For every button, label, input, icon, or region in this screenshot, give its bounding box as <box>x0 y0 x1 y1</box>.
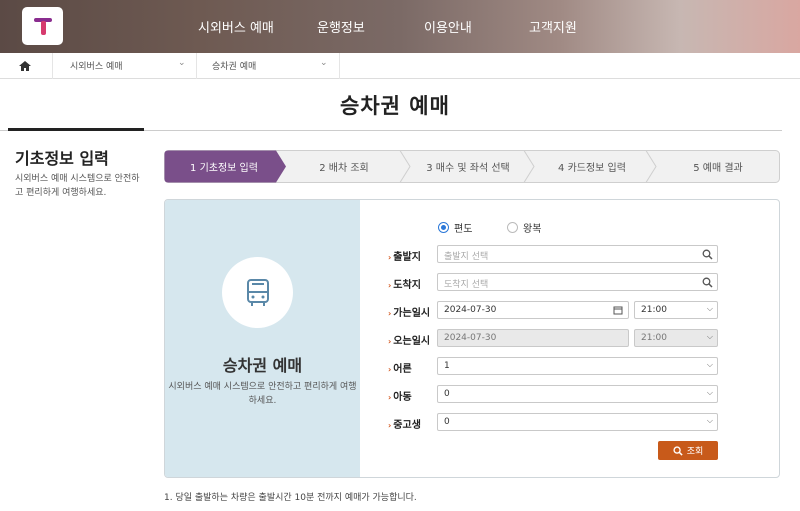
step-2-dispatch: 2 배차 조회 <box>319 163 369 174</box>
chevron-down-icon: ⌵ <box>706 416 713 425</box>
chevron-down-icon: ⌵ <box>706 332 713 341</box>
home-icon[interactable] <box>18 59 32 73</box>
card-description: 시외버스 예매 시스템으로 안전하고 편리하게 여행하세요. <box>168 382 357 406</box>
progress-steps: 1 기초정보 입력 2 배차 조회 3 매수 및 좌석 선택 4 카드정보 입력… <box>164 150 780 183</box>
chevron-down-icon[interactable]: ⌄ <box>320 58 328 68</box>
departure-input[interactable]: 출발지 선택 <box>437 245 718 263</box>
depart-time-select[interactable]: 21:00 ⌵ <box>634 301 718 319</box>
nav-customer-support[interactable]: 고객지원 <box>529 17 577 36</box>
return-date-input: 2024-07-30 <box>437 329 629 347</box>
section-description: 시외버스 예매 시스템으로 안전하고 편리하게 여행하세요. <box>15 174 140 198</box>
aside-rule <box>8 128 144 131</box>
child-label: › 아동 <box>388 392 412 403</box>
adult-count-select[interactable]: 1 ⌵ <box>437 357 718 375</box>
breadcrumb-divider <box>52 53 53 79</box>
search-icon <box>673 445 683 456</box>
teen-label: › 중고생 <box>388 420 421 431</box>
nav-intercity-booking[interactable]: 시외버스 예매 <box>198 17 274 36</box>
breadcrumb: 시외버스 예매 ⌄ 승차권 예매 ⌄ <box>0 53 800 79</box>
radio-round-trip[interactable]: 왕복 <box>507 220 541 235</box>
top-header: 시외버스 예매 운행정보 이용안내 고객지원 <box>0 0 800 53</box>
breadcrumb-item-ticket[interactable]: 승차권 예매 <box>212 59 256 72</box>
child-count-select[interactable]: 0 ⌵ <box>437 385 718 403</box>
return-datetime-label: › 오는일시 <box>388 336 431 347</box>
tmoney-logo[interactable] <box>22 7 63 45</box>
step-3-seat: 3 매수 및 좌석 선택 <box>426 163 510 174</box>
booking-card: 승차권 예매 시외버스 예매 시스템으로 안전하고 편리하게 여행하세요. 편도… <box>164 199 780 478</box>
teen-count-select[interactable]: 0 ⌵ <box>437 413 718 431</box>
departure-label: › 출발지 <box>388 252 421 263</box>
depart-datetime-label: › 가는일시 <box>388 308 431 319</box>
adult-label: › 어른 <box>388 364 412 375</box>
bus-icon-circle <box>222 257 293 328</box>
step-1-basic-info: 1 기초정보 입력 <box>190 163 258 174</box>
booking-card-illustration: 승차권 예매 시외버스 예매 시스템으로 안전하고 편리하게 여행하세요. <box>165 200 360 477</box>
chevron-down-icon: ⌵ <box>706 360 713 369</box>
arrival-input[interactable]: 도착지 선택 <box>437 273 718 291</box>
logo-icon <box>33 18 52 35</box>
return-time-select: 21:00 ⌵ <box>634 329 718 347</box>
calendar-icon[interactable] <box>613 305 623 315</box>
search-icon[interactable] <box>702 277 713 288</box>
breadcrumb-item-booking[interactable]: 시외버스 예매 <box>70 59 123 72</box>
nav-schedule-info[interactable]: 운행정보 <box>317 17 365 36</box>
step-4-card: 4 카드정보 입력 <box>558 163 626 174</box>
radio-dot-checked[interactable] <box>438 222 449 233</box>
step-5-result: 5 예매 결과 <box>693 163 743 174</box>
radio-label: 편도 <box>454 224 473 235</box>
search-button[interactable]: 조회 <box>658 441 718 460</box>
radio-label: 왕복 <box>523 224 542 235</box>
nav-usage-guide[interactable]: 이용안내 <box>424 17 472 36</box>
bus-icon <box>246 278 269 306</box>
breadcrumb-divider <box>196 53 197 79</box>
footnote: 1. 당일 출발하는 차량은 출발시간 10분 전까지 예매가 가능합니다. <box>164 493 417 503</box>
depart-date-input[interactable]: 2024-07-30 <box>437 301 629 319</box>
section-title: 기초정보 입력 <box>15 149 109 168</box>
radio-one-way[interactable]: 편도 <box>438 220 472 235</box>
radio-dot[interactable] <box>507 222 518 233</box>
chevron-down-icon: ⌵ <box>706 388 713 397</box>
search-icon[interactable] <box>702 249 713 260</box>
breadcrumb-divider <box>339 53 340 79</box>
chevron-down-icon: ⌵ <box>706 304 713 313</box>
chevron-down-icon[interactable]: ⌄ <box>178 58 186 68</box>
card-title: 승차권 예매 <box>222 356 303 375</box>
arrival-label: › 도착지 <box>388 280 421 291</box>
page-title: 승차권 예매 <box>340 94 450 118</box>
